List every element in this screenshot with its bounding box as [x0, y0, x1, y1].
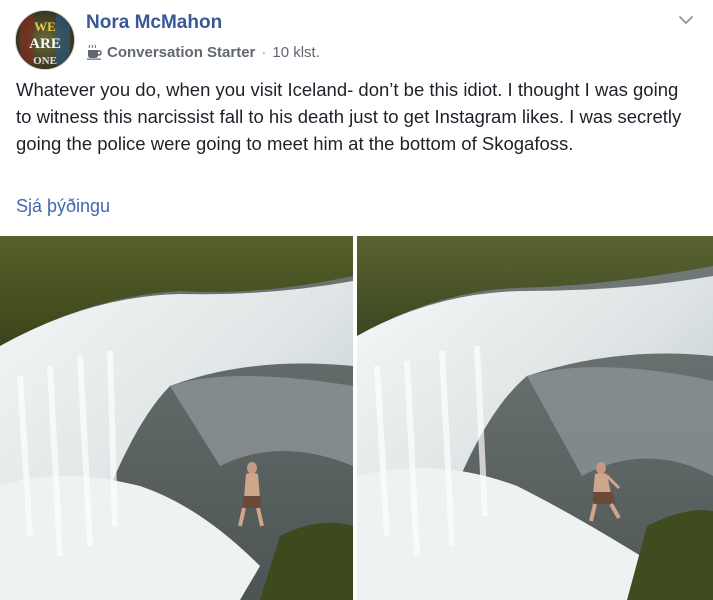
avatar-text-3: ONE: [33, 55, 57, 67]
avatar-text-1: WE: [34, 19, 56, 34]
see-translation-link[interactable]: Sjá þýðingu: [16, 196, 110, 217]
photo-2[interactable]: [357, 236, 713, 600]
waterfall-photo: [0, 236, 353, 600]
avatar-image: WE ARE ONE: [16, 11, 74, 69]
chevron-down-icon[interactable]: [677, 11, 695, 29]
avatar-text-2: ARE: [29, 36, 61, 52]
badge-label[interactable]: Conversation Starter: [107, 44, 255, 61]
separator: ·: [261, 43, 267, 61]
avatar[interactable]: WE ARE ONE: [15, 10, 75, 70]
timestamp[interactable]: 10 klst.: [272, 44, 320, 61]
facebook-post: WE ARE ONE Nora McMahon Conversation Sta…: [0, 0, 713, 600]
photo-grid: [0, 236, 713, 600]
waterfall-photo: [357, 236, 713, 600]
post-text: Whatever you do, when you visit Iceland-…: [16, 79, 682, 154]
coffee-cup-icon: [87, 44, 102, 60]
author-name[interactable]: Nora McMahon: [86, 12, 222, 34]
photo-1[interactable]: [0, 236, 353, 600]
post-meta: Conversation Starter · 10 klst.: [86, 42, 320, 62]
